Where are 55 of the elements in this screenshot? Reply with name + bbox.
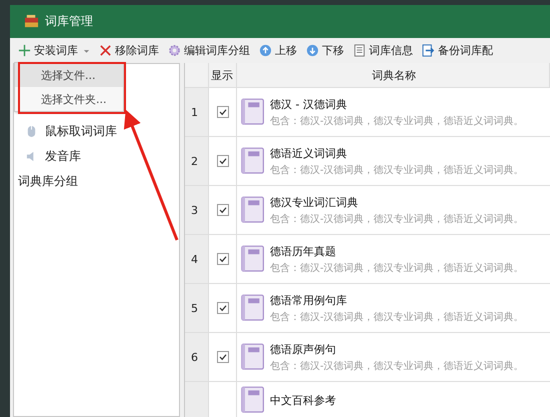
mouse-icon [26, 125, 37, 138]
toolbar-button[interactable]: 上移 [255, 43, 301, 58]
book-icon [241, 147, 265, 175]
toolbar-button[interactable]: 下移 [302, 43, 348, 58]
row-number: 4 [185, 235, 209, 283]
dictionary-name: 德汉 - 汉德词典 [270, 96, 348, 112]
dictionary-name: 德语历年真题 [270, 244, 337, 258]
book-icon [241, 98, 265, 126]
row-number: 5 [185, 284, 209, 332]
book-icon [241, 294, 265, 322]
dictionary-name: 德汉专业词汇词典 [270, 194, 359, 210]
row-number: 6 [185, 333, 209, 381]
checkbox[interactable] [216, 106, 228, 118]
row-number: 1 [185, 88, 209, 136]
checkbox[interactable] [216, 204, 228, 216]
dictionary-name: 德语常用例句库 [270, 292, 348, 308]
dictionary-description: 包含：德汉-汉德词典，德汉专业词典，德语近义词词典。 [270, 360, 524, 372]
books-icon [24, 14, 39, 29]
checkbox[interactable] [216, 253, 228, 265]
toolbar-button[interactable]: 编辑词库分组 [164, 43, 254, 58]
column-header: 词典名称 [237, 63, 550, 87]
menu-item[interactable]: 选择文件夹... [15, 87, 123, 111]
dictionary-description: 包含：德汉-汉德词典，德汉专业词典，德语近义词词典。 [270, 212, 524, 226]
toolbar-button[interactable]: 安装词库 [14, 43, 94, 58]
row-number: 2 [185, 137, 209, 185]
plus-icon [18, 44, 31, 57]
dictionary-description: 包含：德汉-汉德词典，德汉专业词典，德语近义词词典。 [270, 164, 524, 176]
checkbox[interactable] [216, 302, 228, 314]
settings-icon [168, 44, 181, 57]
book-icon [241, 343, 265, 371]
dictionary-description: 包含：德汉-汉德词典，德汉专业词典，德语近义词词典。 [270, 114, 524, 128]
toolbar-button[interactable]: 备份词库配 [418, 43, 497, 58]
sidebar-item[interactable]: 鼠标取词词库 [14, 119, 179, 144]
dictionary-description: 包含：德汉-汉德词典，德汉专业词典，德语近义词词典。 [270, 310, 524, 324]
dictionary-name: 德语原声例句 [270, 342, 337, 356]
dictionary-description: 包含：德汉-汉德词典，德汉专业词典，德语近义词词典。 [270, 262, 524, 274]
checkbox[interactable] [216, 351, 228, 363]
book-icon [241, 245, 265, 273]
toolbar-button[interactable]: 移除词库 [95, 43, 163, 58]
dictionary-name: 德语近义词词典 [270, 146, 348, 160]
sidebar-item[interactable]: 发音库 [14, 144, 179, 169]
document-icon [353, 44, 366, 57]
toolbar-button[interactable]: 词库信息 [349, 43, 417, 58]
dictionary-name: 中文百科参考 [270, 392, 336, 408]
checkbox[interactable] [216, 155, 228, 167]
menu-item[interactable]: 选择文件... [15, 63, 123, 87]
book-icon [241, 196, 265, 224]
column-header: 显示 [209, 63, 237, 87]
group-heading: 词典库分组 [17, 173, 79, 190]
window-title: 词库管理 [45, 13, 93, 30]
export-icon [422, 44, 435, 57]
row-number: 3 [185, 186, 209, 234]
caret-icon [83, 48, 90, 54]
close-icon [99, 44, 112, 57]
book-icon [241, 386, 265, 414]
